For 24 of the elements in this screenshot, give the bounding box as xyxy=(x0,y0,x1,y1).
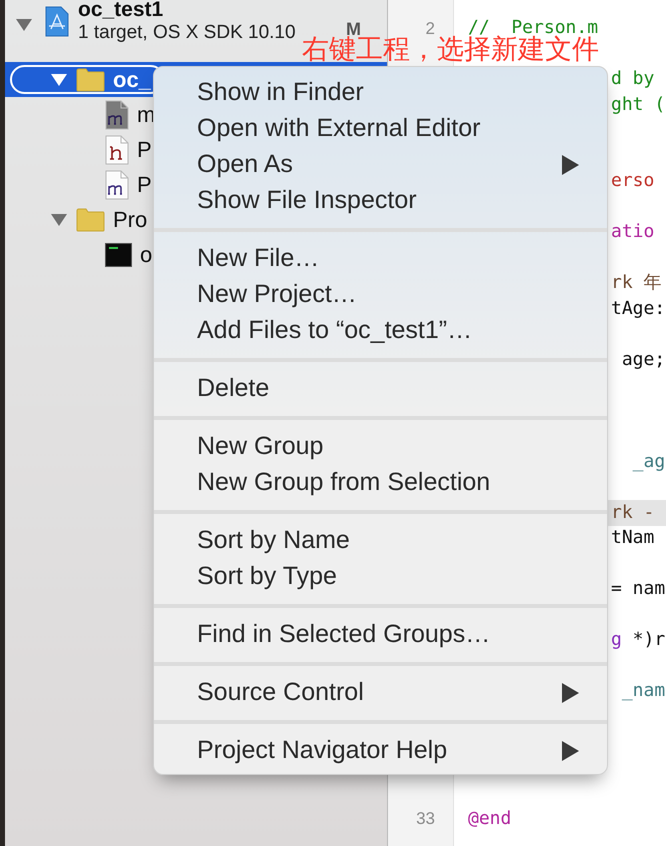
code-line: @end xyxy=(468,810,512,828)
code-line: tAge: xyxy=(611,300,666,318)
code-line: age; xyxy=(620,350,666,369)
code-line: tNam xyxy=(611,529,654,548)
code-line: _ag xyxy=(632,452,666,471)
line-number: 2 xyxy=(426,20,435,37)
item-label: Pro xyxy=(113,208,148,230)
code-line: ght ( xyxy=(611,96,666,114)
code-line: d by xyxy=(611,70,654,88)
item-label: P xyxy=(137,174,152,196)
code-line: g *)r xyxy=(611,631,666,650)
line-number: 33 xyxy=(416,810,435,828)
code-line: rk - xyxy=(611,504,654,522)
item-label: o xyxy=(140,244,152,266)
item-label: oc_ xyxy=(113,68,151,90)
code-line: erso xyxy=(611,172,654,190)
code-line: atio xyxy=(611,223,654,242)
item-label: P xyxy=(137,138,152,160)
code-line: _nam xyxy=(620,682,666,700)
code-line: = nam xyxy=(611,580,666,598)
project-subtitle: 1 target, OS X SDK 10.10 xyxy=(78,22,296,44)
project-name: oc_test1 xyxy=(78,0,164,22)
annotation: 右键工程，选择新建文件 xyxy=(302,35,599,63)
code-line: rk 年 xyxy=(611,274,662,292)
